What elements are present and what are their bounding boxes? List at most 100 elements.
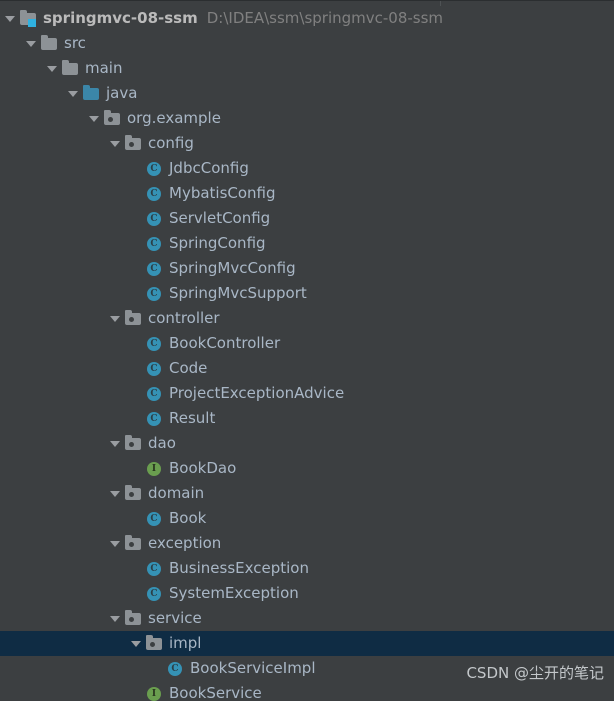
package-icon — [145, 631, 165, 656]
tree-row[interactable]: org.example — [0, 106, 614, 131]
module-icon — [19, 6, 39, 31]
tree-row[interactable]: C Result — [0, 406, 614, 431]
icon-letter: C — [168, 662, 182, 676]
project-path: D:\IDEA\ssm\springmvc-08-ssm — [206, 9, 444, 27]
package-dot — [129, 542, 134, 547]
class-icon: C — [145, 231, 165, 256]
chevron-down-icon[interactable] — [107, 606, 124, 631]
class-icon: C — [145, 581, 165, 606]
tree-row[interactable]: C ProjectExceptionAdvice — [0, 381, 614, 406]
chevron-down-icon[interactable] — [107, 131, 124, 156]
tree-row[interactable]: C JdbcConfig — [0, 156, 614, 181]
class-icon: C — [145, 406, 165, 431]
icon-letter: C — [147, 337, 161, 351]
folder-icon — [40, 31, 60, 56]
tree-row[interactable]: C SpringMvcConfig — [0, 256, 614, 281]
class-icon: C — [145, 506, 165, 531]
chevron-down-icon[interactable] — [107, 306, 124, 331]
tree-row[interactable]: C SpringMvcSupport — [0, 281, 614, 306]
chevron-down-icon[interactable] — [107, 531, 124, 556]
tree-row-label: Result — [169, 409, 216, 427]
tree-arrow-spacer — [128, 331, 145, 356]
icon-letter: C — [147, 212, 161, 226]
tree-row-label: MybatisConfig — [169, 184, 276, 202]
tree-arrow-spacer — [128, 181, 145, 206]
tree-row-label: SpringMvcConfig — [169, 259, 296, 277]
watermark-text: CSDN @尘开的笔记 — [466, 664, 604, 682]
tree-row[interactable]: domain — [0, 481, 614, 506]
icon-letter: C — [147, 412, 161, 426]
tree-row-label: springmvc-08-ssm — [43, 9, 198, 27]
package-icon — [124, 606, 144, 631]
chevron-down-icon[interactable] — [65, 81, 82, 106]
tree-row-label: BookController — [169, 334, 281, 352]
tree-row[interactable]: main — [0, 56, 614, 81]
package-dot — [129, 492, 134, 497]
chevron-down-icon[interactable] — [128, 631, 145, 656]
chevron-down-icon[interactable] — [23, 31, 40, 56]
tree-row[interactable]: C SystemException — [0, 581, 614, 606]
tree-arrow-spacer — [128, 506, 145, 531]
tree-row[interactable]: controller — [0, 306, 614, 331]
tree-row[interactable]: config — [0, 131, 614, 156]
chevron-down-icon[interactable] — [44, 56, 61, 81]
tree-row-label: ProjectExceptionAdvice — [169, 384, 345, 402]
tree-row[interactable]: src — [0, 31, 614, 56]
icon-letter: C — [147, 562, 161, 576]
icon-letter: I — [147, 462, 161, 476]
tree-row-label: org.example — [127, 109, 221, 127]
folder-shape — [83, 85, 99, 100]
tree-arrow-spacer — [128, 581, 145, 606]
tree-row[interactable]: I BookService — [0, 681, 614, 701]
tree-arrow-spacer — [128, 256, 145, 281]
chevron-down-icon[interactable] — [86, 106, 103, 131]
package-icon — [124, 306, 144, 331]
tree-row[interactable]: C SpringConfig — [0, 231, 614, 256]
class-icon: C — [145, 181, 165, 206]
tree-row-label: dao — [148, 434, 176, 452]
chevron-down-icon[interactable] — [107, 431, 124, 456]
chevron-down-icon[interactable] — [107, 481, 124, 506]
icon-letter: I — [147, 687, 161, 701]
tree-row-label: BookService — [169, 684, 262, 701]
tree-row[interactable]: java — [0, 81, 614, 106]
tree-row[interactable]: C Book — [0, 506, 614, 531]
interface-icon: I — [145, 681, 165, 701]
tree-arrow-spacer — [128, 356, 145, 381]
class-icon: C — [145, 256, 165, 281]
project-tree[interactable]: springmvc-08-ssm D:\IDEA\ssm\springmvc-08… — [0, 6, 614, 701]
tree-row[interactable]: dao — [0, 431, 614, 456]
tree-row[interactable]: C BookController — [0, 331, 614, 356]
package-dot — [129, 617, 134, 622]
tree-arrow-spacer — [128, 381, 145, 406]
icon-letter: C — [147, 187, 161, 201]
tree-row-label: Book — [169, 509, 207, 527]
tree-row-label: config — [148, 134, 194, 152]
tree-row[interactable]: C BusinessException — [0, 556, 614, 581]
chevron-down-icon[interactable] — [2, 6, 19, 31]
package-icon — [124, 531, 144, 556]
source-folder-icon — [82, 81, 102, 106]
tree-row[interactable]: C ServletConfig — [0, 206, 614, 231]
package-dot — [129, 317, 134, 322]
tree-row[interactable]: exception — [0, 531, 614, 556]
tree-row[interactable]: C Code — [0, 356, 614, 381]
tree-arrow-spacer — [128, 206, 145, 231]
tree-row-label: SystemException — [169, 584, 299, 602]
tree-row[interactable]: springmvc-08-ssm D:\IDEA\ssm\springmvc-08… — [0, 6, 614, 31]
tree-row-label: JdbcConfig — [169, 159, 249, 177]
tree-row[interactable]: C MybatisConfig — [0, 181, 614, 206]
interface-icon: I — [145, 456, 165, 481]
tree-row-label: service — [148, 609, 202, 627]
tree-row-label: main — [85, 59, 123, 77]
icon-letter: C — [147, 587, 161, 601]
class-icon: C — [145, 206, 165, 231]
tree-row[interactable]: I BookDao — [0, 456, 614, 481]
tree-row-label: BookServiceImpl — [190, 659, 316, 677]
module-badge — [28, 19, 36, 27]
package-dot — [108, 117, 113, 122]
tree-row[interactable]: service — [0, 606, 614, 631]
tree-arrow-spacer — [149, 656, 166, 681]
folder-shape — [41, 35, 57, 50]
tree-row[interactable]: impl — [0, 631, 614, 656]
